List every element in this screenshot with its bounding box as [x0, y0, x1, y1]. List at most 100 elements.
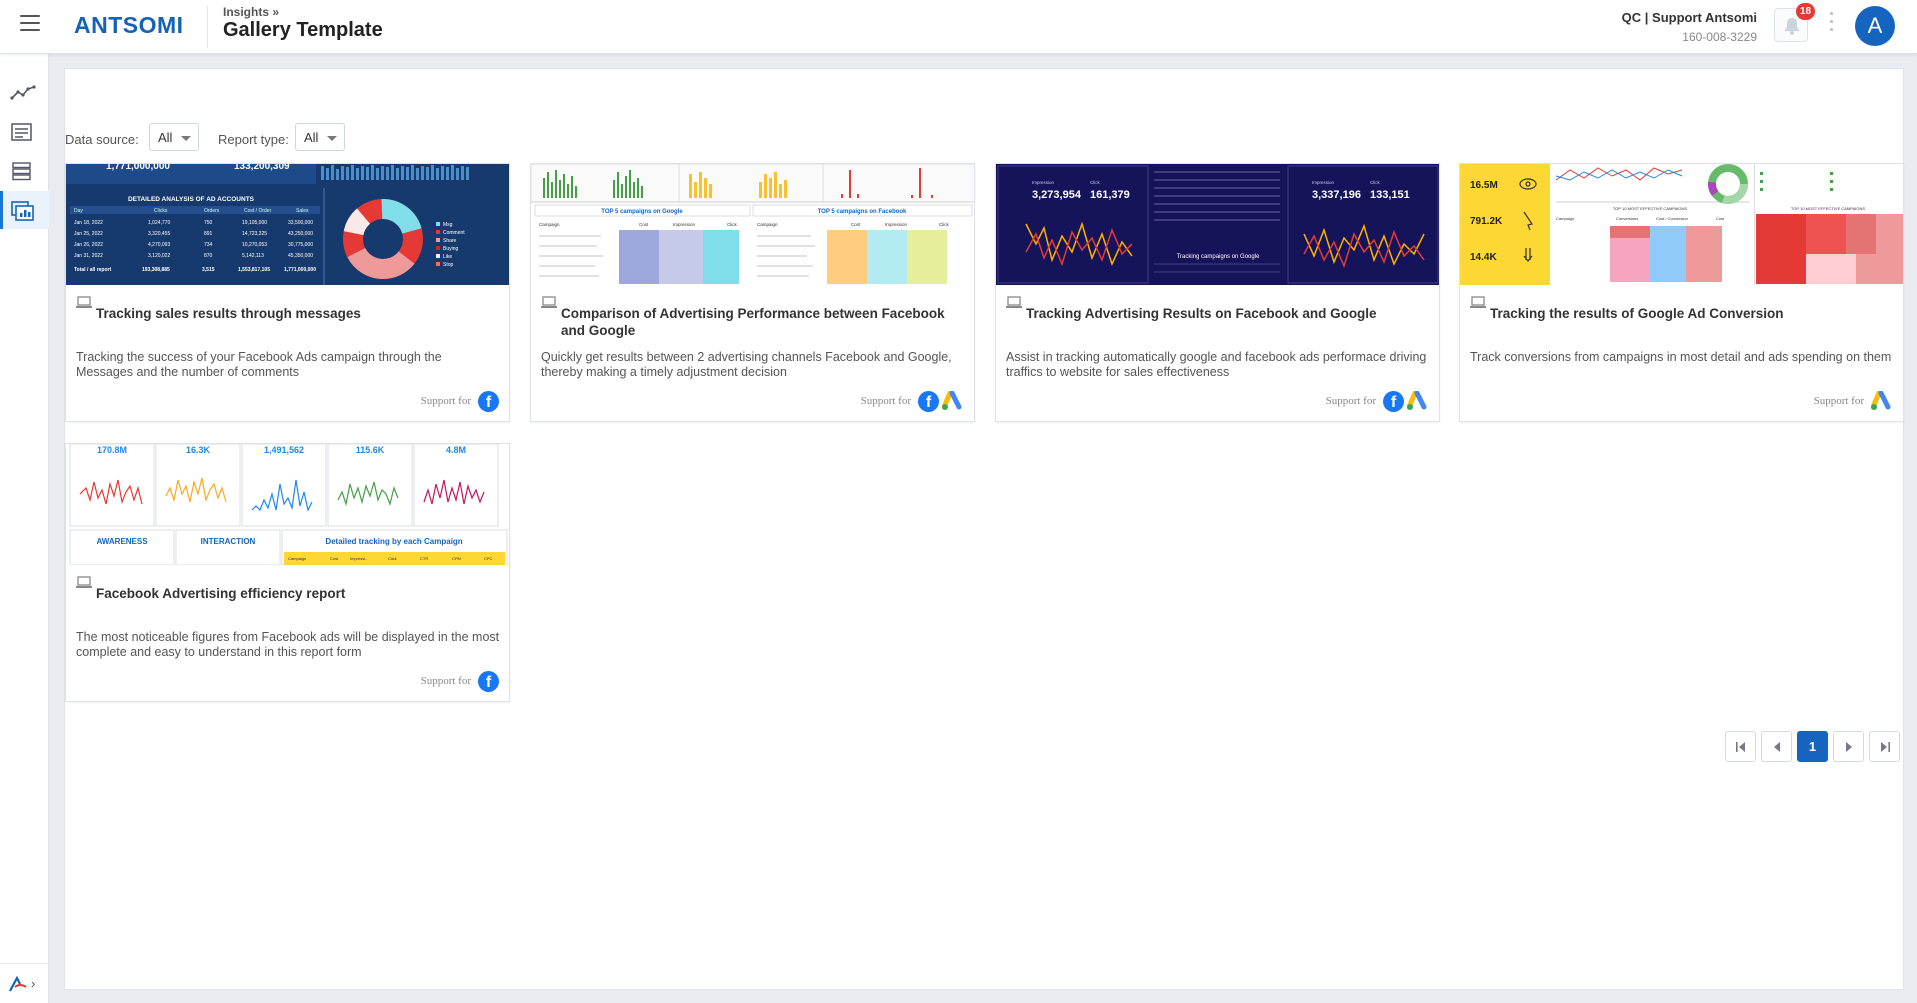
antsomi-logo[interactable]: ANTSOMI [74, 12, 184, 39]
card-description: Tracking the success of your Facebook Ad… [76, 350, 442, 379]
card-title[interactable]: Tracking Advertising Results on Facebook… [1026, 305, 1432, 322]
thumb-col: Click [939, 222, 949, 227]
template-card[interactable]: 170.8M 16.3K 1,491,562 115.6K 4.8M AWARE… [65, 443, 510, 702]
thumb-kpi: 3,273,954 [1032, 189, 1082, 201]
thumb-label: Click [1090, 180, 1100, 185]
template-thumbnail[interactable]: TOP 5 campaigns on Google TOP 5 campaign… [531, 164, 974, 285]
template-thumbnail[interactable]: Impression Click 3,273,954 161,379 Track… [996, 164, 1439, 285]
thumb-cell: 891 [204, 231, 213, 237]
card-description: Track conversions from campaigns in most… [1470, 350, 1892, 364]
caret-down-icon [181, 136, 191, 141]
more-options-icon[interactable] [1830, 12, 1834, 36]
laptop-icon [76, 296, 92, 308]
thumb-kpi: 115.6K [356, 445, 385, 455]
template-card[interactable]: 1,771,000,000 133,200,309 DETAILED ANALY… [65, 163, 510, 422]
card-title[interactable]: Facebook Advertising efficiency report [96, 585, 502, 602]
thumb-cell: 3,515 [202, 267, 215, 273]
next-page-button[interactable] [1833, 731, 1864, 762]
thumb-col: Campaign [757, 222, 778, 227]
data-source-select[interactable]: All [149, 123, 199, 151]
thumb-cell: 30,775,000 [288, 242, 313, 248]
chevron-right-icon [1845, 742, 1852, 752]
thumb-cell: 14,723,325 [242, 231, 267, 237]
sidebar-expand-button[interactable]: › [0, 963, 49, 1003]
thumb-col: Orders [204, 208, 220, 214]
thumb-col: Impressi... [350, 556, 368, 561]
thumb-section-title: AWARENESS [96, 537, 148, 546]
support-label: Support for [1813, 395, 1864, 407]
card-title[interactable]: Comparison of Advertising Performance be… [561, 305, 967, 339]
support-label: Support for [860, 395, 911, 407]
support-label: Support for [420, 675, 471, 687]
menu-icon[interactable] [20, 15, 40, 31]
template-thumbnail[interactable]: 1,771,000,000 133,200,309 DETAILED ANALY… [66, 164, 509, 285]
sidebar-item-gallery[interactable] [0, 191, 49, 229]
template-card[interactable]: TOP 5 campaigns on Google TOP 5 campaign… [530, 163, 975, 422]
thumb-cell: Jan 25, 2022 [74, 231, 103, 237]
page-button-current[interactable]: 1 [1797, 731, 1828, 762]
thumb-kpi: 133,151 [1370, 189, 1410, 201]
thumb-cell: 5,142,113 [242, 253, 264, 259]
thumb-cell: 734 [204, 242, 213, 248]
thumb-col: Conversions [1616, 216, 1638, 221]
caret-down-icon [327, 136, 337, 141]
first-page-button[interactable] [1725, 731, 1756, 762]
card-title[interactable]: Tracking the results of Google Ad Conver… [1490, 305, 1896, 322]
thumb-col: Cost [1716, 216, 1725, 221]
template-card[interactable]: Impression Click 3,273,954 161,379 Track… [995, 163, 1440, 422]
facebook-icon: f [918, 390, 939, 412]
app-header: ANTSOMI Insights » Gallery Template QC |… [0, 0, 1917, 54]
page-title: Gallery Template [223, 19, 383, 41]
thumb-cell: Total / all report [74, 267, 111, 273]
thumb-col: Impression [673, 222, 696, 227]
thumb-legend: Comment [443, 230, 465, 236]
previous-page-button[interactable] [1761, 731, 1792, 762]
data-source-label: Data source: [65, 132, 139, 147]
sidebar-item-analytics[interactable] [0, 74, 49, 112]
support-label: Support for [1325, 395, 1376, 407]
gallery-panel: Data source: All Report type: All 1,771,… [64, 68, 1904, 990]
report-type-select[interactable]: All [295, 123, 345, 151]
server-stack-icon [12, 162, 31, 181]
facebook-icon: f [478, 670, 499, 692]
thumb-col: CPM [452, 556, 461, 561]
support-platforms: Support for f [861, 390, 964, 412]
thumb-kpi: 4.8M [446, 445, 466, 455]
template-thumbnail[interactable]: 16.5M 791.2K 14.4K TOP 10 MOST EFFECTIVE… [1460, 164, 1903, 285]
thumb-table-title: TOP 10 MOST EFFECTIVE CAMPAIGNS [1613, 206, 1687, 211]
thumb-label: Impression [1032, 180, 1055, 185]
thumb-col: Impression [885, 222, 908, 227]
bell-icon [1785, 18, 1799, 35]
thumb-table-title: TOP 10 MOST EFFECTIVE CAMPAIGNS [1791, 206, 1865, 211]
line-chart-icon [10, 85, 36, 100]
template-card[interactable]: 16.5M 791.2K 14.4K TOP 10 MOST EFFECTIVE… [1459, 163, 1904, 422]
sidebar: › [0, 54, 49, 1003]
breadcrumb[interactable]: Insights » [223, 5, 279, 19]
thumb-cell: 1,771,000,000 [284, 267, 316, 273]
support-platforms: Support for f [421, 670, 499, 692]
chevron-right-icon: › [31, 976, 36, 991]
thumb-cell: 45,350,000 [288, 253, 313, 259]
laptop-icon [541, 296, 557, 308]
google-ads-icon [1407, 391, 1427, 410]
thumb-col: Cost [639, 222, 649, 227]
thumb-legend: Share [443, 238, 457, 244]
thumb-cell: 10,270,053 [242, 242, 267, 248]
last-page-icon [1880, 742, 1890, 752]
user-avatar[interactable]: A [1855, 6, 1895, 46]
laptop-icon [1470, 296, 1486, 308]
thumb-col: Sales [296, 208, 309, 214]
account-name[interactable]: QC | Support Antsomi [1622, 10, 1757, 25]
sidebar-item-reports[interactable] [0, 113, 49, 151]
thumb-table-title: TOP 5 campaigns on Google [601, 209, 683, 215]
thumb-cell: 750 [204, 220, 213, 226]
card-title[interactable]: Tracking sales results through messages [96, 305, 502, 322]
thumb-col: Clicks [154, 208, 168, 214]
thumb-cell: 870 [204, 253, 213, 259]
support-platforms: Support for f [421, 390, 499, 412]
template-thumbnail[interactable]: 170.8M 16.3K 1,491,562 115.6K 4.8M AWARE… [66, 444, 509, 565]
sidebar-item-data[interactable] [0, 152, 49, 190]
chevron-left-icon [1773, 742, 1780, 752]
last-page-button[interactable] [1869, 731, 1900, 762]
thumb-cell: 19,105,000 [242, 220, 267, 226]
